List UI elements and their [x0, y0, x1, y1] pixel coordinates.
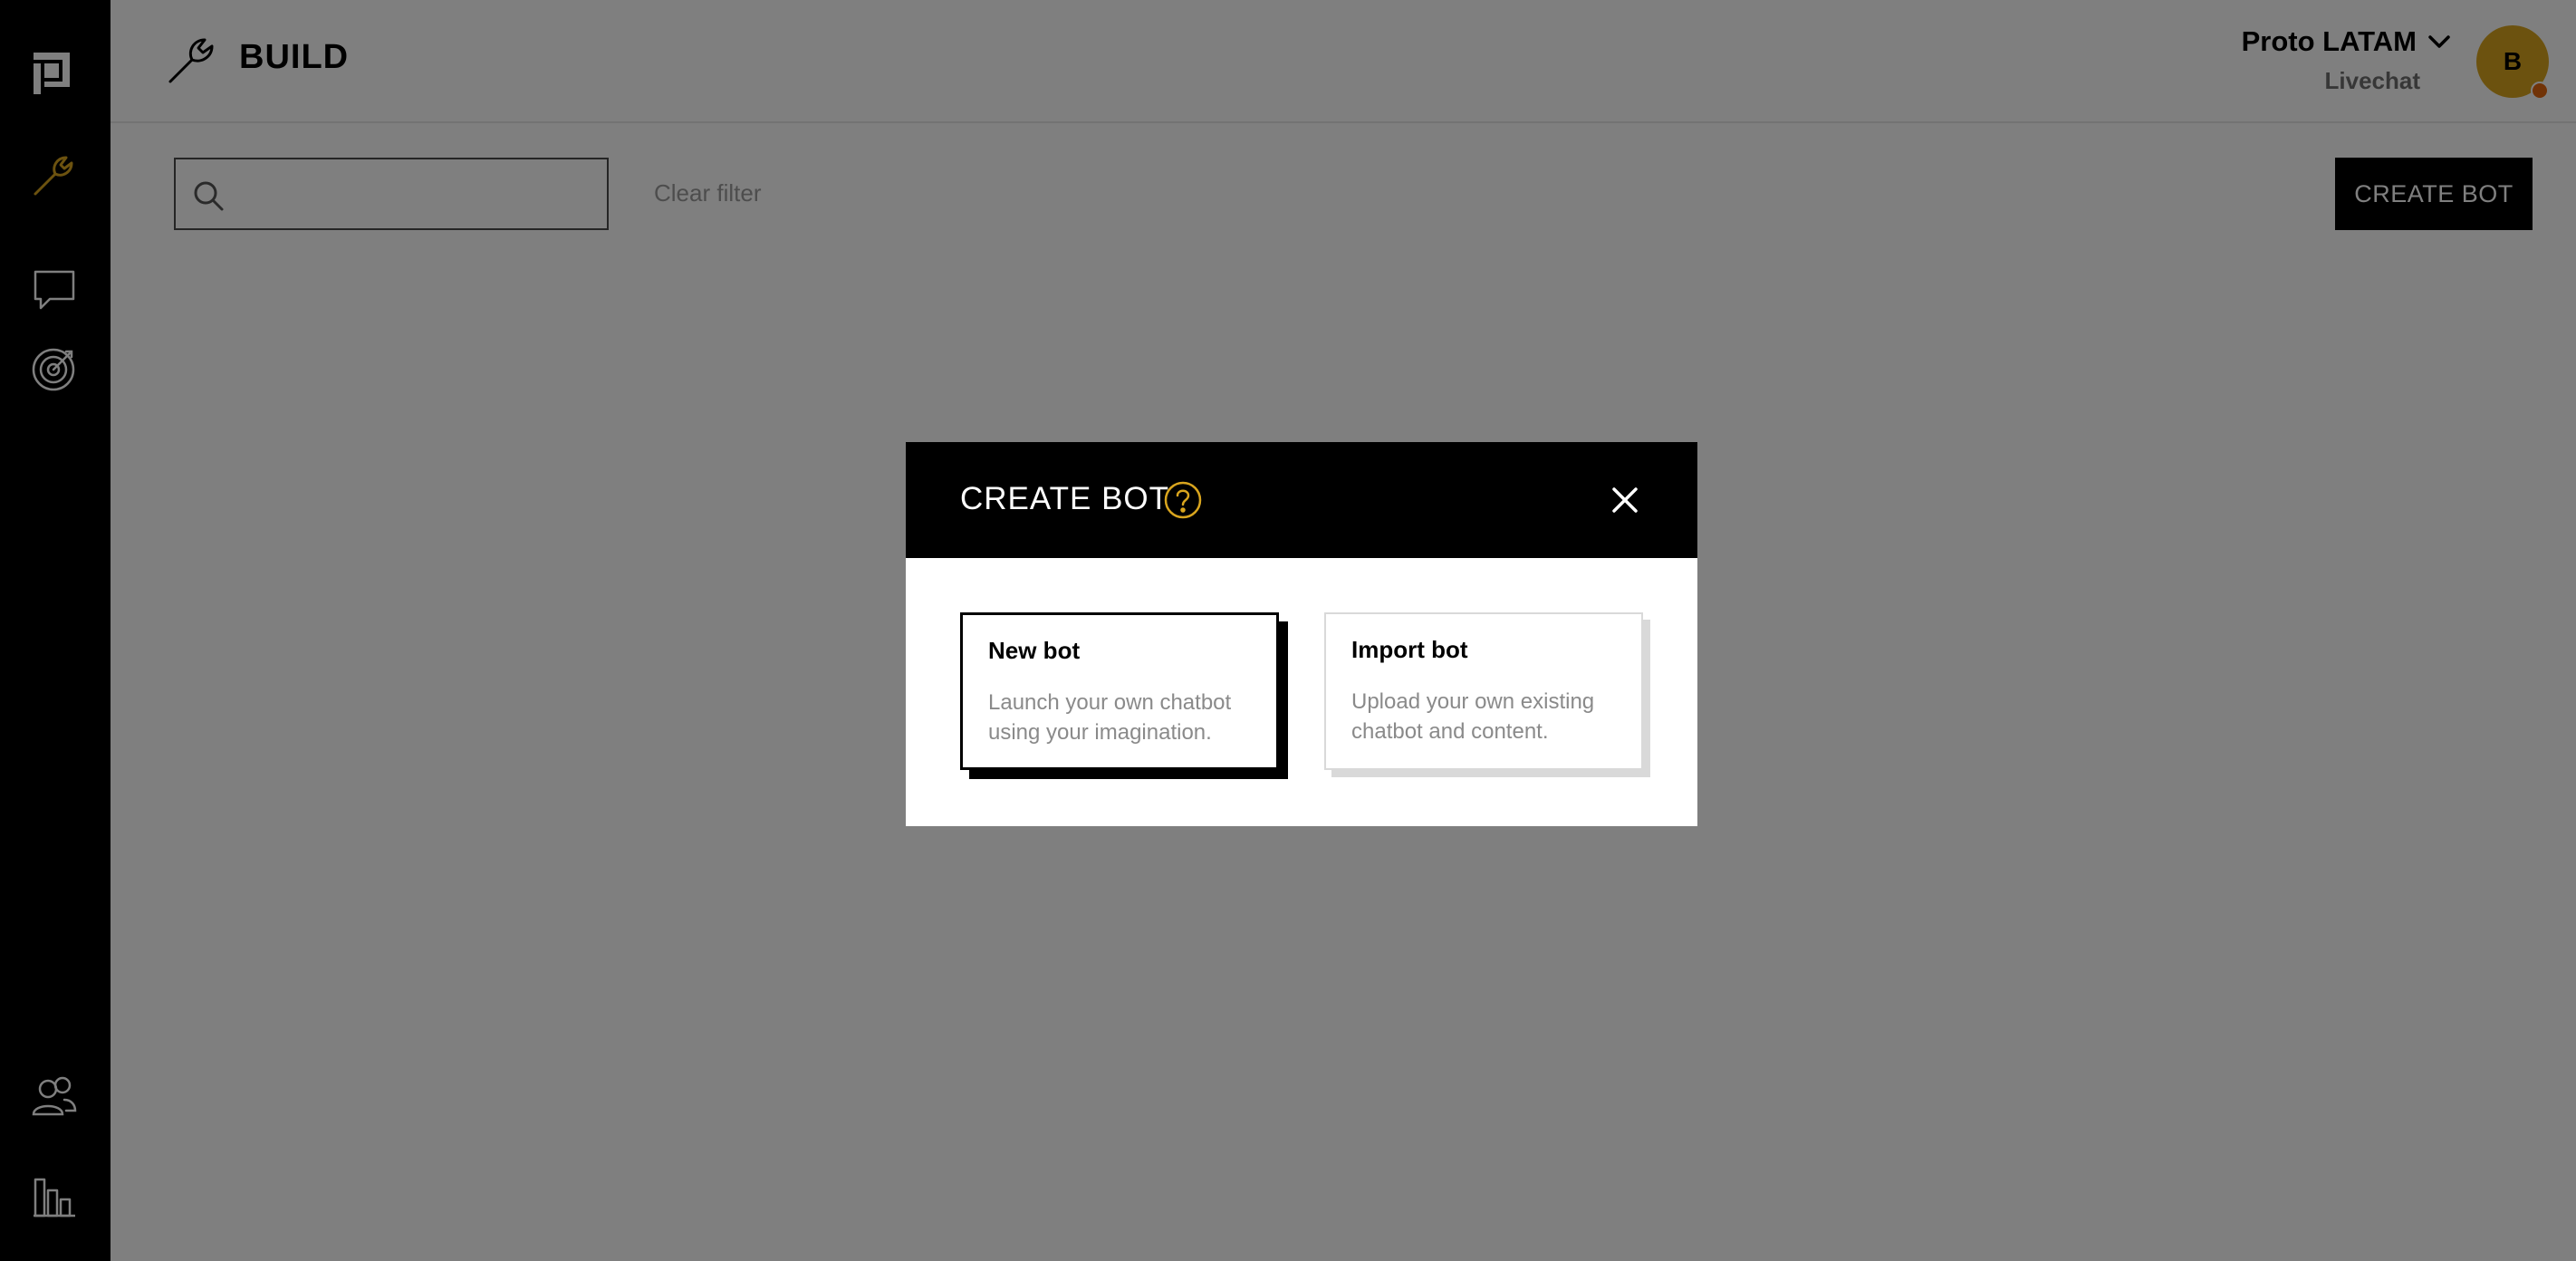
- option-description: Launch your own chatbot using your imagi…: [988, 690, 1232, 745]
- option-title: New bot: [988, 637, 1081, 664]
- modal-title: CREATE BOT: [960, 481, 1170, 516]
- help-icon[interactable]: [1163, 480, 1203, 520]
- close-icon[interactable]: [1605, 480, 1645, 520]
- import-bot-option[interactable]: Import bot Upload your own existing chat…: [1324, 612, 1643, 770]
- option-description: Upload your own existing chatbot and con…: [1351, 689, 1595, 744]
- create-bot-modal: CREATE BOT New bot Launch your own chatb…: [906, 442, 1697, 826]
- new-bot-option[interactable]: New bot Launch your own chatbot using yo…: [960, 612, 1279, 770]
- modal-header: CREATE BOT: [906, 442, 1697, 558]
- option-title: Import bot: [1351, 636, 1468, 663]
